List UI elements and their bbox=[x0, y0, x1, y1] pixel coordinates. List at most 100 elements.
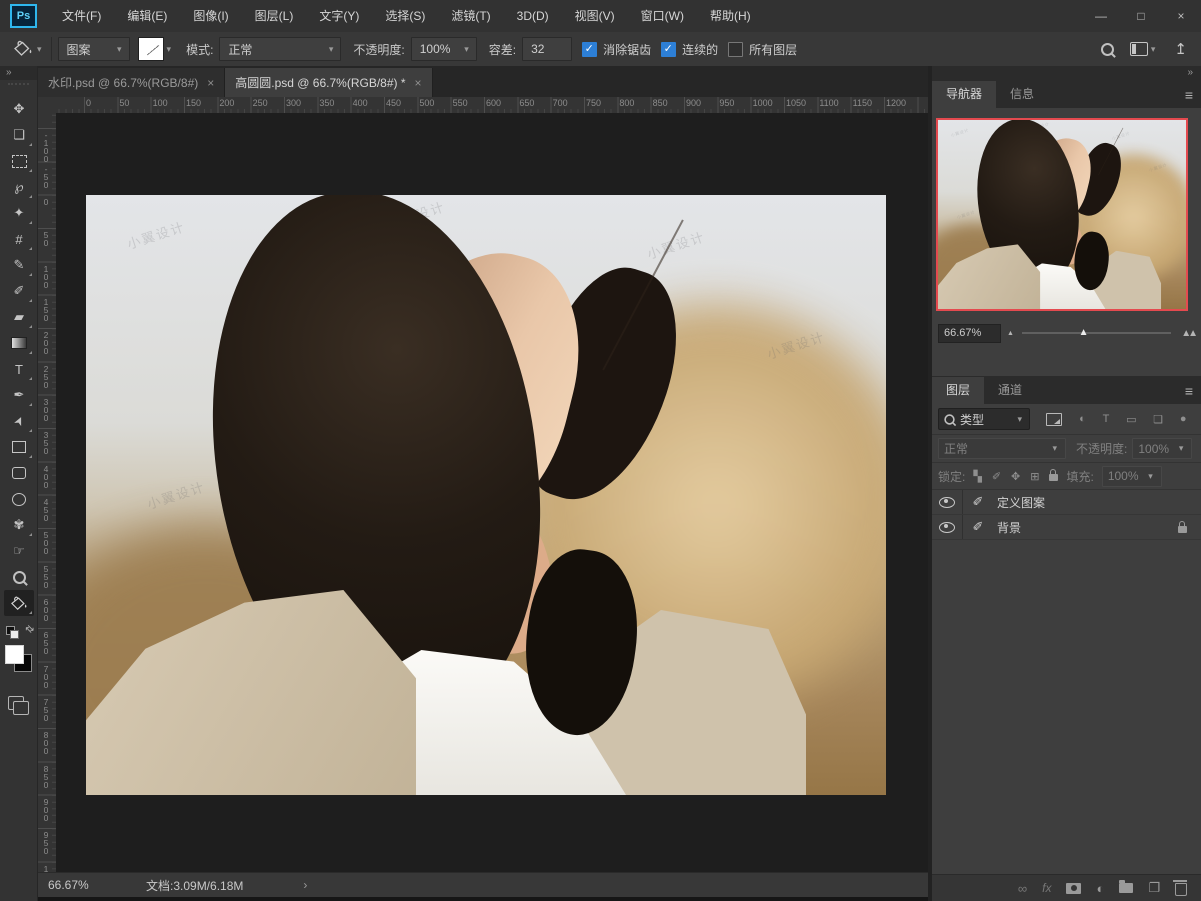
menu-item-7[interactable]: 3D(D) bbox=[504, 0, 562, 32]
smart-object-filter-icon[interactable]: ❏ bbox=[1153, 413, 1163, 426]
share-icon[interactable]: ↥ bbox=[1174, 40, 1187, 58]
collapse-panels-button[interactable]: » bbox=[932, 66, 1201, 80]
layer-visibility-toggle[interactable] bbox=[932, 490, 963, 514]
checkbox-icon[interactable] bbox=[661, 42, 676, 57]
layer-row-define-pattern[interactable]: ✐ 定义图案 bbox=[932, 490, 1201, 515]
close-icon[interactable]: × bbox=[415, 76, 422, 90]
swap-colors-icon[interactable]: ⇄ bbox=[22, 623, 36, 637]
document-tab-watermark[interactable]: 水印.psd @ 66.7%(RGB/8#) × bbox=[38, 68, 225, 97]
panel-grip[interactable] bbox=[8, 83, 29, 93]
tolerance-input[interactable]: 32 bbox=[522, 37, 572, 61]
hand-tool[interactable]: ☞ bbox=[4, 538, 34, 564]
new-group-icon[interactable] bbox=[1119, 883, 1133, 893]
gradient-tool[interactable] bbox=[4, 330, 34, 356]
collapse-tools-button[interactable]: » bbox=[0, 66, 37, 80]
navigator-preview[interactable]: 小翼设计小翼设计小翼设计小翼设计小翼设计小翼设计小翼设计小翼设计 bbox=[936, 118, 1188, 311]
lock-artboard-icon[interactable]: ⊞ bbox=[1030, 470, 1039, 483]
tab-channels[interactable]: 通道 bbox=[984, 377, 1036, 404]
layer-effects-icon[interactable]: fx bbox=[1042, 881, 1051, 895]
menu-item-10[interactable]: 帮助(H) bbox=[697, 0, 764, 32]
menu-item-8[interactable]: 视图(V) bbox=[562, 0, 628, 32]
checkbox-group-1[interactable]: 连续的 bbox=[661, 41, 718, 58]
checkbox-icon[interactable] bbox=[582, 42, 597, 57]
new-adjustment-layer-icon[interactable]: ◐ bbox=[1096, 881, 1104, 896]
artboard-tool[interactable]: ❏ bbox=[4, 122, 34, 148]
layer-thumbnail-brush-icon[interactable]: ✐ bbox=[963, 494, 993, 510]
path-selection-tool[interactable]: ➤ bbox=[4, 408, 34, 434]
zoom-tool[interactable] bbox=[4, 564, 34, 590]
eyedropper-tool[interactable]: ✎ bbox=[4, 252, 34, 278]
panel-menu-icon[interactable]: ≡ bbox=[1185, 82, 1193, 108]
rectangle-tool[interactable] bbox=[4, 434, 34, 460]
type-tool[interactable]: T bbox=[4, 356, 34, 382]
panel-menu-icon[interactable]: ≡ bbox=[1185, 378, 1193, 404]
rectangular-marquee-tool[interactable] bbox=[4, 148, 34, 174]
close-icon[interactable]: × bbox=[207, 76, 214, 90]
pattern-swatch[interactable] bbox=[138, 37, 164, 61]
navigator-zoom-field[interactable]: 66.67% bbox=[938, 324, 1001, 343]
add-layer-mask-icon[interactable] bbox=[1066, 883, 1081, 894]
lock-transparency-icon[interactable]: ▚ bbox=[973, 470, 981, 483]
delete-layer-icon[interactable] bbox=[1175, 883, 1187, 896]
foreground-color-swatch[interactable] bbox=[5, 645, 24, 664]
rounded-rectangle-tool[interactable] bbox=[4, 460, 34, 486]
filter-toggle-pin[interactable]: ● bbox=[1180, 413, 1187, 425]
lock-paint-icon[interactable]: ✐ bbox=[992, 470, 1001, 483]
eraser-tool[interactable]: ▰ bbox=[4, 304, 34, 330]
brush-tool[interactable]: ✐ bbox=[4, 278, 34, 304]
crop-tool[interactable]: # bbox=[4, 226, 34, 252]
link-layers-icon[interactable]: ∞ bbox=[1018, 881, 1027, 896]
zoom-in-icon[interactable]: ▲▲ bbox=[1181, 328, 1195, 339]
layer-filter-type-select[interactable]: 类型 ▾ bbox=[938, 408, 1030, 430]
menu-item-9[interactable]: 窗口(W) bbox=[628, 0, 697, 32]
fill-source-select[interactable]: 图案 ▾ bbox=[58, 37, 130, 61]
pen-tool[interactable]: ✒ bbox=[4, 382, 34, 408]
blend-mode-select[interactable]: 正常 ▾ bbox=[938, 438, 1066, 459]
pixel-layer-filter-icon[interactable] bbox=[1046, 413, 1062, 426]
menu-item-4[interactable]: 文字(Y) bbox=[306, 0, 372, 32]
shape-layer-filter-icon[interactable]: ▭ bbox=[1126, 413, 1136, 426]
menu-item-0[interactable]: 文件(F) bbox=[49, 0, 114, 32]
menu-item-5[interactable]: 选择(S) bbox=[372, 0, 438, 32]
layer-opacity-select[interactable]: 100% ▾ bbox=[1132, 438, 1192, 459]
magic-wand-tool[interactable]: ✦ bbox=[4, 200, 34, 226]
search-icon[interactable] bbox=[1101, 43, 1114, 56]
menu-item-2[interactable]: 图像(I) bbox=[180, 0, 241, 32]
minimize-button[interactable]: — bbox=[1081, 0, 1121, 32]
workspace-switcher[interactable]: ▾ bbox=[1130, 42, 1159, 56]
tab-layers[interactable]: 图层 bbox=[932, 377, 984, 404]
lasso-tool[interactable]: ℘ bbox=[4, 174, 34, 200]
menu-item-3[interactable]: 图层(L) bbox=[242, 0, 307, 32]
fill-select[interactable]: 100% ▾ bbox=[1102, 466, 1162, 487]
menu-item-1[interactable]: 编辑(E) bbox=[114, 0, 180, 32]
lock-position-icon[interactable]: ✥ bbox=[1011, 470, 1020, 483]
pattern-picker-chevron-icon[interactable]: ▾ bbox=[167, 44, 172, 55]
lock-all-icon[interactable] bbox=[1049, 474, 1058, 481]
mode-select[interactable]: 正常 ▾ bbox=[219, 37, 341, 61]
maximize-button[interactable]: □ bbox=[1121, 0, 1161, 32]
paint-bucket-tool[interactable] bbox=[4, 590, 34, 616]
ruler-corner[interactable] bbox=[38, 97, 57, 114]
document-canvas[interactable]: 小翼设计小翼设计小翼设计小翼设计小翼设计小翼设计小翼设计小翼设计 bbox=[86, 195, 886, 795]
checkbox-group-0[interactable]: 消除锯齿 bbox=[582, 41, 651, 58]
adjustment-layer-filter-icon[interactable]: ◐ bbox=[1079, 413, 1086, 425]
layer-visibility-toggle[interactable] bbox=[932, 515, 963, 539]
opacity-select[interactable]: 100% ▾ bbox=[411, 37, 477, 61]
close-button[interactable]: × bbox=[1161, 0, 1201, 32]
layer-thumbnail-brush-icon[interactable]: ✐ bbox=[963, 519, 993, 535]
zoom-level-field[interactable]: 66.67% bbox=[38, 878, 120, 892]
new-layer-icon[interactable]: ❐ bbox=[1148, 880, 1160, 896]
menu-item-6[interactable]: 滤镜(T) bbox=[438, 0, 503, 32]
layer-row-background[interactable]: ✐ 背景 bbox=[932, 515, 1201, 540]
tab-info[interactable]: 信息 bbox=[996, 81, 1048, 108]
checkbox-group-2[interactable]: 所有图层 bbox=[728, 41, 797, 58]
type-layer-filter-icon[interactable]: T bbox=[1103, 413, 1110, 425]
screen-mode-icon[interactable] bbox=[8, 696, 24, 710]
checkbox-icon[interactable] bbox=[728, 42, 743, 57]
ellipse-tool[interactable] bbox=[4, 486, 34, 512]
tool-preset-chevron-icon[interactable]: ▾ bbox=[37, 44, 42, 55]
zoom-out-icon[interactable]: ▲ bbox=[1007, 330, 1012, 337]
tab-navigator[interactable]: 导航器 bbox=[932, 81, 996, 108]
status-chevron-icon[interactable]: › bbox=[303, 878, 307, 892]
custom-shape-tool[interactable]: ✾ bbox=[4, 512, 34, 538]
